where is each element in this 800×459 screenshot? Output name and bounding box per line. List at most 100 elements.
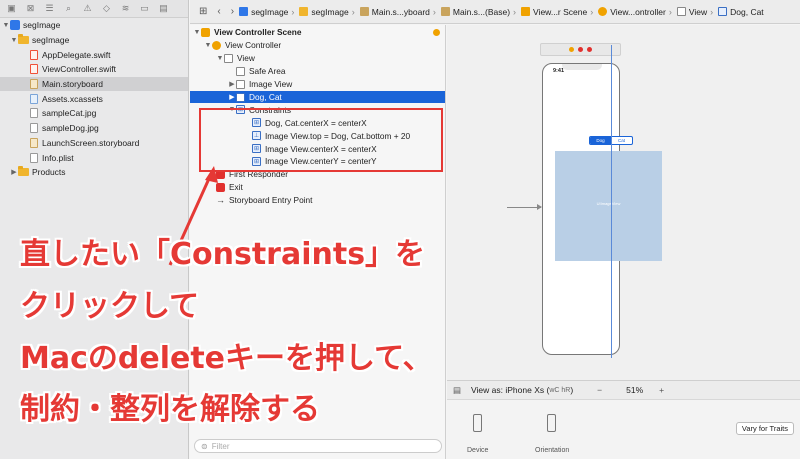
file-row[interactable]: sampleCat.jpg bbox=[0, 106, 188, 121]
navigator-toolbar: ▣ ⊠ ☰ ⌕ ⚠ ◇ ≋ ▭ ▤ bbox=[0, 0, 188, 18]
file-label: Main.storyboard bbox=[42, 79, 103, 90]
zoom-level: 51% bbox=[626, 385, 644, 395]
swift-file-icon bbox=[30, 64, 38, 75]
breadcrumb-label: Main.s...yboard bbox=[371, 6, 430, 17]
file-label: ViewController.swift bbox=[42, 64, 117, 75]
disclosure-closed-icon[interactable]: ▶ bbox=[228, 93, 236, 101]
vary-for-traits-button[interactable]: Vary for Traits bbox=[735, 422, 794, 435]
image-view[interactable]: UIImageView bbox=[555, 151, 662, 261]
scene-dock[interactable] bbox=[540, 43, 621, 56]
file-label: Assets.xcassets bbox=[42, 93, 103, 104]
test-icon[interactable]: ◇ bbox=[101, 3, 112, 14]
file-row[interactable]: sampleDog.jpg bbox=[0, 121, 188, 136]
disclosure-closed-icon[interactable]: ▶ bbox=[10, 168, 18, 176]
outline-label: Dog, Cat bbox=[249, 92, 282, 102]
view-as-label[interactable]: View as: iPhone Xs ( bbox=[471, 385, 549, 395]
outline-scene[interactable]: ▼ View Controller Scene bbox=[190, 25, 445, 39]
breadcrumb-item[interactable]: segImage › bbox=[299, 7, 357, 17]
breadcrumb-item[interactable]: Dog, Cat bbox=[718, 7, 764, 17]
disclosure-open-icon[interactable]: ▼ bbox=[216, 55, 224, 62]
zoom-in-button[interactable]: + bbox=[659, 385, 664, 395]
file-label: LaunchScreen.storyboard bbox=[42, 137, 140, 148]
source-control-icon[interactable]: ⊠ bbox=[25, 3, 36, 14]
filter-icon: ⊜ bbox=[201, 441, 208, 451]
breadcrumb-label: View bbox=[688, 6, 708, 17]
storyboard-canvas[interactable]: 9:41 UIImageView Dog Cat bbox=[447, 25, 800, 380]
project-icon bbox=[239, 7, 249, 16]
folder-icon bbox=[299, 7, 309, 16]
view-icon bbox=[676, 7, 686, 16]
forward-icon[interactable]: › bbox=[231, 6, 234, 17]
annotation-line-3: Macのdeleteキーを押して、 bbox=[20, 341, 433, 376]
outline-image-view[interactable]: ▶ Image View bbox=[190, 78, 445, 91]
report-icon[interactable]: ▤ bbox=[158, 3, 169, 14]
products-row[interactable]: ▶ Products bbox=[0, 165, 188, 180]
device-config-bar: ▤ View as: iPhone Xs ( wC hR ) − 51% + bbox=[447, 380, 800, 399]
file-row[interactable]: LaunchScreen.storyboard bbox=[0, 136, 188, 151]
exit-icon[interactable] bbox=[587, 47, 592, 52]
file-label: sampleCat.jpg bbox=[42, 108, 97, 119]
breadcrumb-item[interactable]: View...r Scene › bbox=[521, 7, 596, 17]
search-icon[interactable]: ⌕ bbox=[63, 3, 74, 14]
breadcrumb-item[interactable]: View...ontroller › bbox=[598, 7, 675, 17]
folder-icon[interactable]: ▣ bbox=[6, 3, 17, 14]
project-row[interactable]: ▼ segImage bbox=[0, 18, 188, 33]
outline-view-controller[interactable]: ▼ View Controller bbox=[190, 39, 445, 52]
outline-label: View Controller bbox=[225, 40, 282, 51]
symbol-icon[interactable]: ☰ bbox=[44, 3, 55, 14]
sidebar-toggle-icon[interactable]: ▤ bbox=[453, 385, 461, 396]
file-row[interactable]: Assets.xcassets bbox=[0, 91, 188, 106]
chevron-right-icon: › bbox=[668, 6, 672, 17]
orientation-icon[interactable] bbox=[547, 414, 556, 432]
entry-point-arrow[interactable] bbox=[507, 204, 542, 210]
outline-filter-input[interactable]: ⊜ Filter bbox=[194, 439, 442, 453]
group-row[interactable]: ▼ segImage bbox=[0, 33, 188, 48]
breadcrumb-label: Main.s...(Base) bbox=[452, 6, 511, 17]
storyboard-icon bbox=[440, 7, 450, 16]
chevron-right-icon: › bbox=[710, 6, 714, 17]
breadcrumb-item[interactable]: View › bbox=[676, 6, 716, 17]
breadcrumb-label: View...ontroller bbox=[610, 6, 666, 17]
chevron-right-icon: › bbox=[590, 6, 594, 17]
disclosure-open-icon[interactable]: ▼ bbox=[193, 29, 201, 36]
outline-exit[interactable]: Exit bbox=[190, 181, 445, 194]
outline-entry-point[interactable]: → Storyboard Entry Point bbox=[190, 194, 445, 207]
issue-icon[interactable]: ⚠ bbox=[82, 3, 93, 14]
breadcrumb-label: segImage bbox=[311, 6, 349, 17]
view-controller-icon[interactable] bbox=[569, 47, 574, 52]
file-row[interactable]: Info.plist bbox=[0, 150, 188, 165]
safe-area-icon bbox=[236, 66, 245, 76]
disclosure-closed-icon[interactable]: ▶ bbox=[228, 80, 236, 88]
file-row[interactable]: ViewController.swift bbox=[0, 62, 188, 77]
related-items-icon[interactable]: ⊞ bbox=[199, 6, 207, 17]
outline-safe-area[interactable]: Safe Area bbox=[190, 65, 445, 78]
segment-cat[interactable]: Cat bbox=[611, 137, 632, 144]
file-row[interactable]: AppDelegate.swift bbox=[0, 47, 188, 62]
back-icon[interactable]: ‹ bbox=[217, 6, 220, 17]
file-row-selected[interactable]: Main.storyboard bbox=[0, 76, 188, 92]
disclosure-open-icon[interactable]: ▼ bbox=[2, 22, 10, 29]
breadcrumb-item[interactable]: Main.s...yboard › bbox=[359, 6, 439, 17]
breakpoint-icon[interactable]: ▭ bbox=[139, 3, 150, 14]
outline-label: Storyboard Entry Point bbox=[229, 195, 313, 206]
view-as-close: ) bbox=[570, 385, 574, 395]
device-label: Device bbox=[467, 447, 489, 454]
breadcrumb-label: View...r Scene bbox=[533, 6, 588, 17]
chevron-right-icon: › bbox=[432, 6, 436, 17]
disclosure-open-icon[interactable]: ▼ bbox=[204, 42, 212, 49]
outline-view[interactable]: ▼ View bbox=[190, 52, 445, 65]
project-label: segImage bbox=[23, 20, 61, 31]
center-guide-line bbox=[611, 45, 612, 358]
plist-file-icon bbox=[30, 152, 38, 163]
debug-icon[interactable]: ≋ bbox=[120, 3, 131, 14]
first-responder-icon[interactable] bbox=[578, 47, 583, 52]
breadcrumb-item[interactable]: Main.s...(Base) › bbox=[440, 6, 519, 17]
segment-dog[interactable]: Dog bbox=[590, 137, 611, 144]
outline-segmented-control[interactable]: ▶ Dog, Cat bbox=[190, 90, 445, 104]
chevron-right-icon: › bbox=[291, 6, 295, 17]
device-icon[interactable] bbox=[473, 414, 482, 432]
outline-label: Safe Area bbox=[249, 66, 286, 77]
disclosure-open-icon[interactable]: ▼ bbox=[10, 37, 18, 44]
breadcrumb-item[interactable]: segImage › bbox=[239, 7, 297, 17]
zoom-out-button[interactable]: − bbox=[597, 385, 602, 395]
